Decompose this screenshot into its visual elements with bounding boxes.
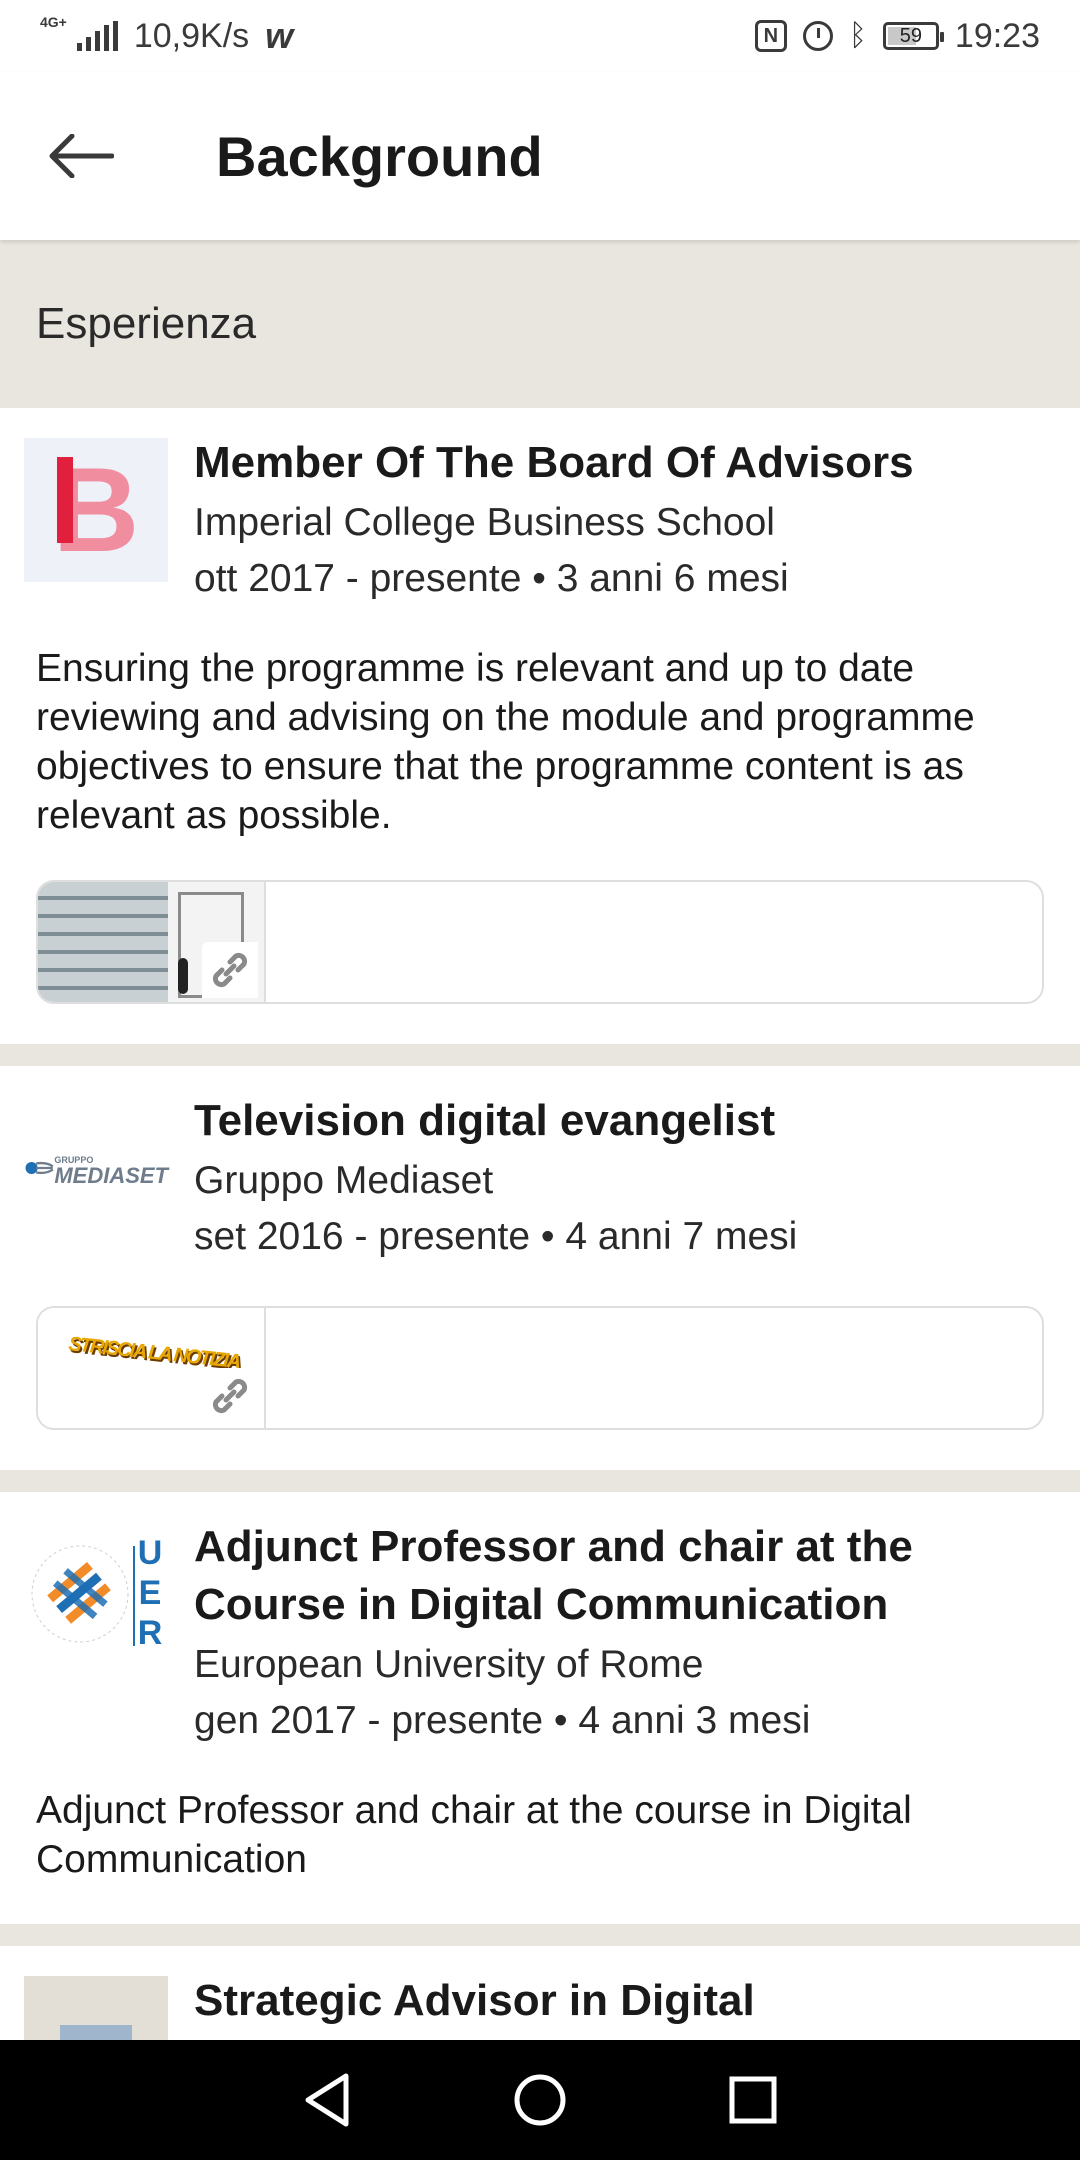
mediaset-logo-text: MEDIASET bbox=[54, 1163, 168, 1188]
media-attachment[interactable] bbox=[36, 880, 1044, 1004]
mediaset-logo[interactable]: GRUPPO MEDIASET bbox=[24, 1096, 168, 1240]
status-right: N ᛒ 59 19:23 bbox=[754, 16, 1040, 56]
arrow-left-icon[interactable] bbox=[48, 134, 114, 178]
bluetooth-icon: ᛒ bbox=[848, 19, 867, 52]
experience-dates: set 2016 - presente • 4 anni 7 mesi bbox=[194, 1215, 798, 1258]
experience-company[interactable]: Imperial College Business School bbox=[194, 496, 1044, 550]
experience-item[interactable]: Strategic Advisor in Digital Communicati… bbox=[0, 1946, 1080, 2040]
status-left: 4G+ 10,9K/s w bbox=[40, 15, 293, 57]
company-logo[interactable] bbox=[24, 1976, 168, 2040]
nav-back-button[interactable] bbox=[287, 2060, 367, 2140]
experience-title: Adjunct Professor and chair at the Cours… bbox=[194, 1522, 913, 1629]
experience-item[interactable]: B Member Of The Board Of Advisors Imperi… bbox=[0, 408, 1080, 1044]
company-logo-placeholder bbox=[60, 2025, 132, 2040]
page-title: Background bbox=[216, 124, 543, 188]
battery-level: 59 bbox=[899, 24, 923, 47]
media-thumbnail[interactable] bbox=[38, 882, 266, 1002]
triangle-back-icon[interactable] bbox=[302, 2072, 352, 2128]
system-nav-bar bbox=[0, 2040, 1080, 2160]
network-type-label: 4G+ bbox=[40, 14, 67, 30]
imperial-logo-letter: B bbox=[52, 443, 140, 577]
link-icon bbox=[202, 942, 258, 998]
section-title: Esperienza bbox=[0, 240, 1080, 408]
clock: 19:23 bbox=[954, 16, 1040, 55]
battery-icon: 59 bbox=[882, 22, 944, 50]
app-notification-icon: w bbox=[265, 15, 294, 56]
experience-title: Television digital evangelist bbox=[194, 1096, 776, 1145]
status-bar: 4G+ 10,9K/s w N ᛒ 59 19:23 bbox=[0, 0, 1080, 72]
media-thumbnail[interactable]: STRISCIA LA NOTIZIA bbox=[38, 1308, 266, 1428]
experience-item[interactable]: GRUPPO MEDIASET Television digital evang… bbox=[0, 1066, 1080, 1470]
experience-title: Member Of The Board Of Advisors bbox=[194, 438, 914, 487]
nfc-icon: N bbox=[754, 20, 787, 52]
nav-recents-button[interactable] bbox=[713, 2060, 793, 2140]
square-recents-icon[interactable] bbox=[728, 2075, 778, 2125]
network-speed: 10,9K/s bbox=[133, 16, 250, 55]
experience-dates: gen 2017 - presente • 4 anni 3 mesi bbox=[194, 1699, 811, 1742]
experience-dates: ott 2017 - presente • 3 anni 6 mesi bbox=[194, 557, 789, 600]
mediaset-emblem-icon bbox=[25, 1161, 54, 1175]
media-attachment[interactable]: STRISCIA LA NOTIZIA bbox=[36, 1306, 1044, 1430]
experience-description: Ensuring the programme is relevant and u… bbox=[36, 647, 975, 837]
signal-icon bbox=[76, 21, 118, 51]
circle-home-icon[interactable] bbox=[512, 2072, 568, 2128]
link-icon bbox=[202, 1368, 258, 1424]
experience-company[interactable]: European University of Rome bbox=[194, 1638, 1044, 1692]
experience-company[interactable]: Gruppo Mediaset bbox=[194, 1154, 1044, 1208]
experience-item[interactable]: UER Adjunct Professor and chair at the C… bbox=[0, 1492, 1080, 1924]
experience-description: Adjunct Professor and chair at the cours… bbox=[36, 1789, 912, 1881]
alarm-icon bbox=[802, 21, 833, 51]
app-header: Background bbox=[0, 72, 1080, 240]
experience-title: Strategic Advisor in Digital Communicati… bbox=[194, 1976, 764, 2040]
imperial-logo[interactable]: B bbox=[24, 438, 168, 582]
uer-logo[interactable]: UER bbox=[24, 1522, 169, 1666]
nav-home-button[interactable] bbox=[500, 2060, 580, 2140]
uer-letters: UER bbox=[131, 1534, 169, 1654]
content-scroll[interactable]: Esperienza B Member Of The Board Of Advi… bbox=[0, 240, 1080, 2040]
back-button[interactable] bbox=[0, 72, 170, 240]
